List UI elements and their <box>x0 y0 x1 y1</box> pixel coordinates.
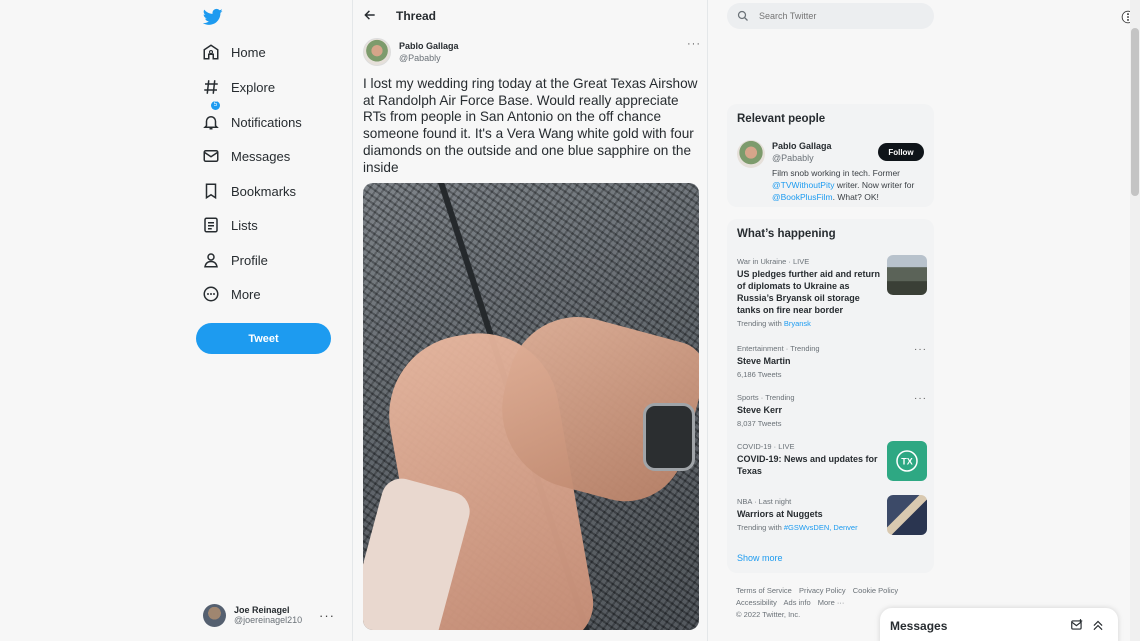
avatar <box>203 603 226 627</box>
home-icon <box>203 44 219 60</box>
whats-happening-title: What’s happening <box>737 228 836 240</box>
nav-item-more[interactable]: More <box>202 279 261 309</box>
bio-text-1: Film snob working in tech. Former <box>772 168 901 178</box>
left-navigation: Home Explore 5 Notifications Messages Bo… <box>196 0 346 641</box>
bio-link-tvwithoutpity[interactable]: @TVWithoutPity <box>772 180 834 190</box>
trend-title: US pledges further aid and return of dip… <box>737 269 881 315</box>
messages-title: Messages <box>890 619 948 633</box>
nav-label-more: More <box>231 286 261 302</box>
trend-item[interactable]: NBA · Last night Warriors at Nuggets Tre… <box>737 495 927 535</box>
nav-item-lists[interactable]: Lists <box>202 210 258 240</box>
notification-badge: 5 <box>211 101 220 110</box>
bell-icon <box>203 116 219 130</box>
trend-link[interactable]: Bryansk <box>784 319 811 328</box>
trend-item[interactable]: COVID-19 · LIVE COVID-19: News and updat… <box>737 441 927 481</box>
search-box[interactable] <box>727 3 934 29</box>
author-avatar[interactable] <box>363 38 391 66</box>
nav-item-home[interactable]: Home <box>202 37 266 67</box>
relevant-people-card: Relevant people Pablo Gallaga @Pabably F… <box>727 104 934 207</box>
nav-label-messages: Messages <box>231 148 291 164</box>
messages-drawer[interactable]: Messages <box>880 608 1118 641</box>
relevant-person-name[interactable]: Pablo Gallaga <box>772 141 832 151</box>
search-input[interactable] <box>759 11 919 21</box>
search-icon <box>737 10 748 21</box>
nav-item-explore[interactable]: Explore <box>202 72 275 102</box>
trend-title: Steve Martin <box>737 356 791 366</box>
page-title: Thread <box>396 9 437 23</box>
trend-title: COVID-19: News and updates for Texas <box>737 454 878 476</box>
relevant-person-bio: Film snob working in tech. Former @TVWit… <box>772 167 930 203</box>
thread-column: Thread Pablo Gallaga @Pabably ··· I lost… <box>352 0 708 641</box>
author-name[interactable]: Pablo Gallaga <box>399 41 459 51</box>
scrollbar-thumb[interactable] <box>1131 28 1139 196</box>
bookmark-icon <box>205 183 217 200</box>
nav-label-profile: Profile <box>231 252 268 268</box>
tweet-button[interactable]: Tweet <box>196 323 331 354</box>
bio-link-bookplusfilm[interactable]: @BookPlusFilm <box>772 192 833 202</box>
right-sidebar: Relevant people Pablo Gallaga @Pabably F… <box>727 0 934 641</box>
twitter-logo-icon[interactable] <box>203 7 223 27</box>
account-switcher[interactable]: Joe Reinagel @joereinagel210 ··· <box>203 602 343 628</box>
expand-chevron-icon[interactable] <box>1091 618 1105 632</box>
tweet-photo[interactable] <box>363 183 699 630</box>
account-handle: @joereinagel210 <box>234 615 303 625</box>
trend-meta: Entertainment · Trending <box>737 344 820 353</box>
nav-item-messages[interactable]: Messages <box>202 141 290 171</box>
svg-text:TX: TX <box>901 457 913 467</box>
nav-label-bookmarks: Bookmarks <box>231 183 297 199</box>
trend-link[interactable]: #GSWvsDEN, Denver <box>784 523 858 532</box>
hashtag-icon <box>204 80 218 94</box>
footer-link-ads-info[interactable]: Ads info <box>784 598 811 607</box>
trend-sub-prefix: Trending with <box>737 523 784 532</box>
trend-more-icon[interactable]: ··· <box>914 344 927 355</box>
follow-button[interactable]: Follow <box>878 143 924 161</box>
nav-item-profile[interactable]: Profile <box>202 245 268 275</box>
relevant-people-title: Relevant people <box>737 113 826 125</box>
thread-header: Thread <box>353 0 709 32</box>
relevant-person-handle[interactable]: @Pabably <box>772 153 814 163</box>
trend-sub-prefix: Trending with <box>737 319 784 328</box>
trend-thumbnail <box>887 495 927 535</box>
trend-sub: Trending with Bryansk <box>737 319 927 328</box>
trend-meta: Sports · Trending <box>737 393 795 402</box>
nav-item-notifications[interactable]: 5 Notifications <box>202 101 302 137</box>
trend-item[interactable]: Entertainment · Trending Steve Martin 6,… <box>737 344 927 379</box>
tweet-more-icon[interactable]: ··· <box>687 38 701 50</box>
account-name: Joe Reinagel <box>234 605 290 615</box>
bio-text-2: writer. Now writer for <box>834 180 915 190</box>
nav-item-bookmarks[interactable]: Bookmarks <box>202 176 296 206</box>
trend-sub: 6,186 Tweets <box>737 370 782 379</box>
texas-badge-icon: TX <box>887 441 927 481</box>
whats-happening-card: What’s happening War in Ukraine · LIVE U… <box>727 219 934 573</box>
trend-title: Steve Kerr <box>737 405 783 415</box>
trend-more-icon[interactable]: ··· <box>914 393 927 404</box>
person-icon <box>204 253 218 268</box>
more-dots-icon[interactable]: ··· <box>319 608 335 623</box>
more-circle-icon <box>203 286 219 302</box>
footer-link-more[interactable]: More ··· <box>818 598 845 607</box>
footer-link-accessibility[interactable]: Accessibility <box>736 598 777 607</box>
footer-link-privacy[interactable]: Privacy Policy <box>799 586 846 595</box>
trend-item[interactable]: Sports · Trending Steve Kerr 8,037 Tweet… <box>737 393 927 428</box>
show-more-link[interactable]: Show more <box>737 553 783 563</box>
nav-label-explore: Explore <box>231 79 276 95</box>
trend-thumbnail <box>887 255 927 295</box>
trend-item[interactable]: War in Ukraine · LIVE US pledges further… <box>737 255 927 328</box>
nav-label-lists: Lists <box>231 217 258 233</box>
photo-smartwatch <box>643 403 695 471</box>
bio-text-3: . What? OK! <box>832 192 879 202</box>
nav-label-home: Home <box>231 44 266 60</box>
author-handle[interactable]: @Pabably <box>399 53 441 63</box>
list-icon <box>204 217 218 233</box>
footer-link-terms[interactable]: Terms of Service <box>736 586 792 595</box>
back-arrow-icon[interactable] <box>363 8 377 22</box>
nav-label-notifications: Notifications <box>231 114 302 130</box>
envelope-icon <box>203 150 219 162</box>
tweet-text: I lost my wedding ring today at the Grea… <box>363 76 698 175</box>
relevant-person-avatar[interactable] <box>737 140 765 168</box>
trend-sub: 8,037 Tweets <box>737 419 782 428</box>
footer-link-cookie[interactable]: Cookie Policy <box>853 586 898 595</box>
new-message-icon[interactable] <box>1070 618 1084 632</box>
